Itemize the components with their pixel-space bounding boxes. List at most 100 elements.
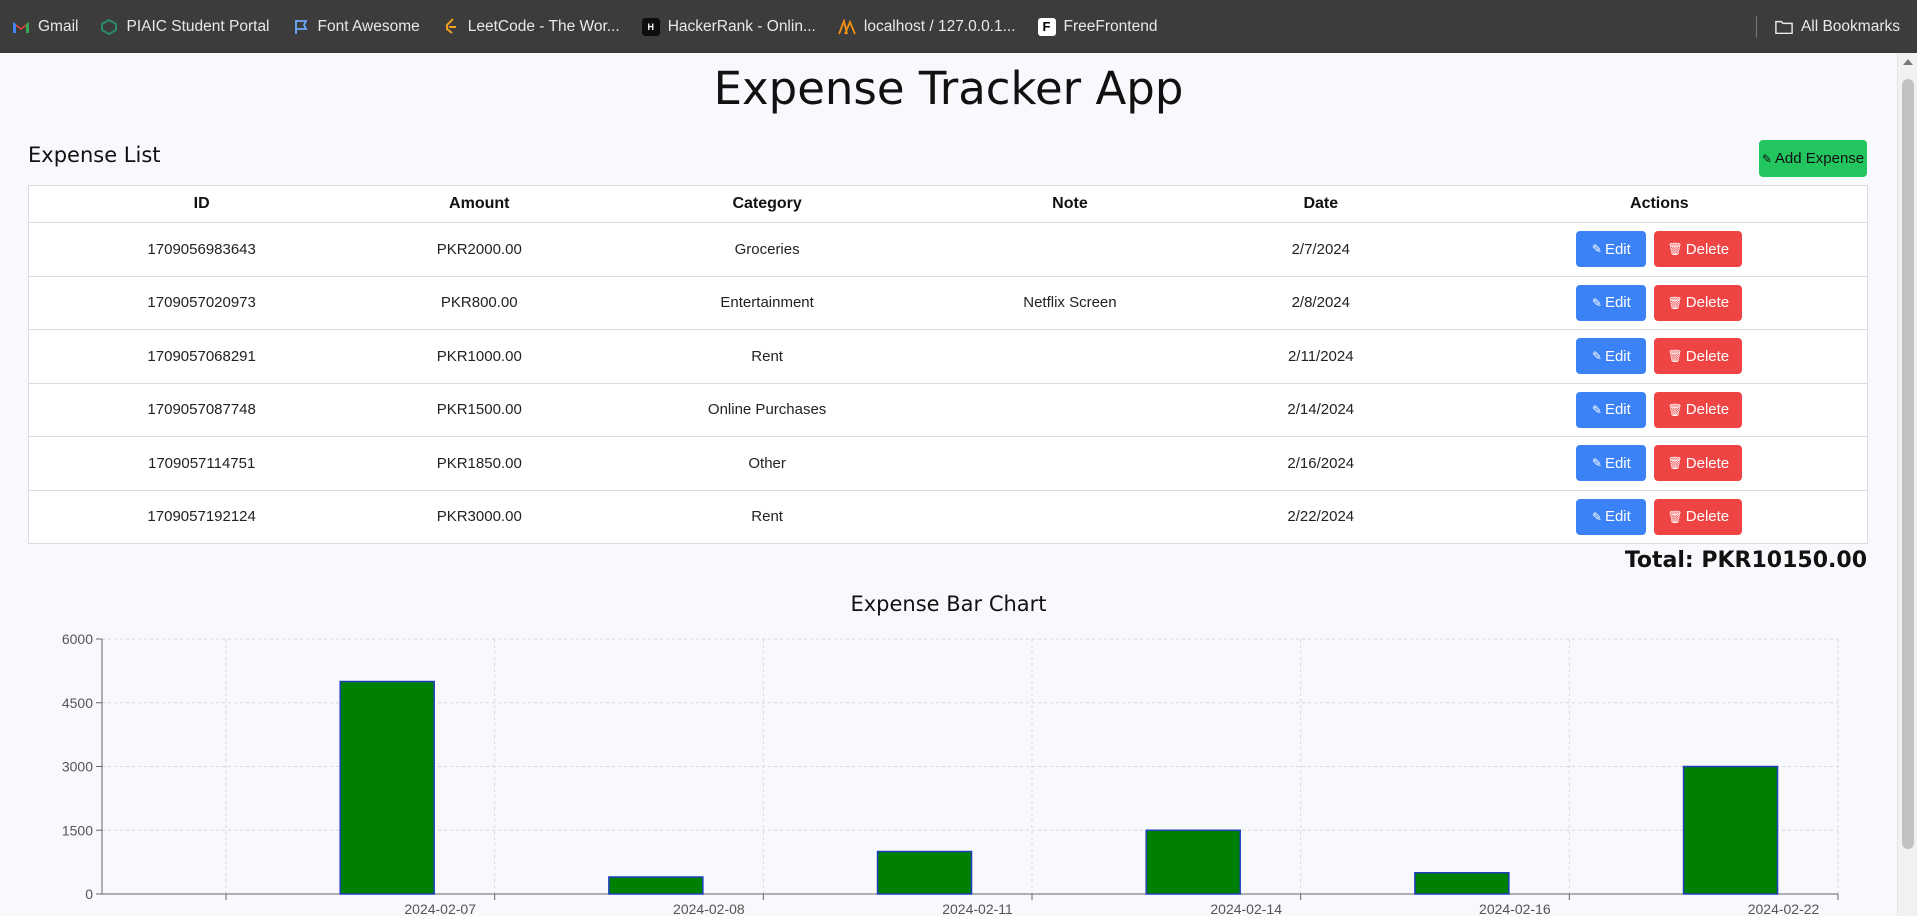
edit-icon: ✎ [1591,349,1602,364]
all-bookmarks-label: All Bookmarks [1800,17,1900,35]
piaic-icon [100,18,118,36]
cell-category: Online Purchases [584,383,951,437]
total-amount: Total: PKR10150.00 [1624,548,1867,573]
y-tick-label: 0 [85,886,93,902]
flag-icon [292,18,310,36]
edit-icon: ✎ [1591,402,1602,417]
page-scrollbar[interactable] [1897,53,1917,916]
cell-amount: PKR3000.00 [436,508,522,526]
app-title: Expense Tracker App [713,62,1184,115]
cell-amount: PKR1850.00 [374,436,585,491]
trash-icon: 🗑 [1667,509,1683,524]
cell-id: 1709057068291 [28,329,375,384]
cell-amount: PKR1500.00 [374,383,585,437]
bookmark-label: HackerRank - Onlin... [667,17,816,35]
delete-label: Delete [1685,454,1730,472]
delete-button[interactable]: 🗑 Delete [1654,445,1743,482]
bookmarks-bar: Gmail PIAIC Student Portal Font Awesome … [0,0,1917,53]
bar [339,680,435,895]
cell-actions: ✎ Edit 🗑 Delete [1451,383,1868,437]
edit-button[interactable]: ✎ Edit [1576,338,1647,375]
add-expense-button[interactable]: ✎ Add Expense [1759,140,1867,177]
col-id: ID [28,185,375,223]
cell-category: Entertainment [584,276,951,330]
delete-button[interactable]: 🗑 Delete [1654,391,1743,428]
table-row: 1709057114751 PKR1850.00 Other 2/16/2024 ✎ Ed… [28,436,1868,491]
edit-button[interactable]: ✎ Edit [1576,445,1647,482]
all-bookmarks[interactable]: All Bookmarks [1755,0,1900,53]
bookmark-leetcode[interactable]: LeetCode - The Wor... [442,18,620,36]
bookmark-localhost[interactable]: localhost / 127.0.0.1... [838,18,1016,36]
cell-date: 2/7/2024 [1189,222,1452,277]
cell-note [950,436,1190,491]
edit-label: Edit [1604,454,1631,472]
cell-category: Other [584,436,951,491]
y-tick-label: 6000 [62,631,93,647]
expense-table: ID Amount Category Note Date Actions 170… [28,185,1868,544]
bookmark-font-awesome[interactable]: Font Awesome [292,18,420,36]
cell-amount: PKR1000.00 [374,329,585,384]
edit-button[interactable]: ✎ Edit [1576,231,1647,268]
x-tick-label: 2024-02-11 [942,901,1013,916]
delete-label: Delete [1685,240,1730,258]
cell-date: 2/8/2024 [1189,276,1452,330]
trash-icon: 🗑 [1667,402,1683,417]
trash-icon: 🗑 [1667,349,1683,364]
col-date: Date [1189,185,1452,223]
cell-actions: ✎ Edit 🗑 Delete [1451,436,1868,491]
edit-button[interactable]: ✎ Edit [1576,498,1647,535]
table-row: 1709057068291 PKR1000.00 Rent 2/11/2024 ✎ Edi… [28,329,1868,384]
bar [1682,765,1779,895]
cell-note [950,490,1190,544]
cell-actions: ✎ Edit 🗑 Delete [1451,329,1868,384]
edit-button[interactable]: ✎ Edit [1576,284,1647,321]
bookmark-piaic[interactable]: PIAIC Student Portal [100,18,270,36]
cell-date: 2/11/2024 [1189,329,1452,384]
delete-button[interactable]: 🗑 Delete [1654,498,1743,535]
delete-button[interactable]: 🗑 Delete [1654,231,1743,268]
col-note: Note [950,185,1190,223]
cell-actions: ✎ Edit 🗑 Delete [1452,490,1868,544]
delete-label: Delete [1685,347,1730,365]
chart-title: Expense Bar Chart [850,592,1047,616]
bookmark-label: Font Awesome [317,17,420,35]
x-tick-label: 2024-02-22 [1748,901,1820,916]
edit-icon: ✎ [1591,509,1602,524]
delete-button[interactable]: 🗑 Delete [1654,338,1743,375]
scroll-thumb[interactable] [1902,79,1914,849]
trash-icon: 🗑 [1667,456,1683,471]
cell-id: 1709056983643 [28,222,375,277]
gmail-icon [12,18,30,36]
cell-note [950,383,1190,437]
edit-button[interactable]: ✎ Edit [1576,391,1647,428]
cell-note [950,222,1190,277]
x-tick-label: 2024-02-14 [1210,901,1282,916]
cell-date: 2/14/2024 [1189,383,1452,437]
bookmark-label: LeetCode - The Wor... [467,17,620,35]
freefrontend-icon: F [1037,17,1056,36]
cell-date: 2/22/2024 [1287,508,1355,526]
cell-id: 1709057192124 [147,508,256,526]
bar [876,850,973,895]
bookmark-hackerrank[interactable]: H HackerRank - Onlin... [641,17,816,36]
table-row: 1709057192124 PKR3000.00 Rent 2/22/2024 ✎ Edi… [29,490,1868,544]
cell-actions: ✎ Edit 🗑 Delete [1451,222,1868,277]
table-row: 1709057087748 PKR1500.00 Online Purchases 2… [28,383,1868,437]
table-row: 1709056983643 PKR2000.00 Groceries 2/7/2024… [28,222,1868,277]
bar [1414,872,1510,895]
scroll-up-icon[interactable] [1903,59,1913,65]
delete-label: Delete [1685,294,1730,312]
delete-button[interactable]: 🗑 Delete [1654,284,1743,321]
edit-icon: ✎ [1591,242,1602,257]
bookmark-gmail[interactable]: Gmail [12,18,78,36]
expense-list-title: Expense List [28,143,161,167]
hackerrank-icon: H [641,17,660,36]
cell-category: Rent [584,329,951,384]
edit-icon: ✎ [1591,295,1602,310]
col-amount: Amount [374,185,585,223]
table-row: 1709057020973 PKR800.00 Entertainment Netfl… [28,276,1868,330]
cell-category: Rent [751,508,783,526]
bookmark-freefrontend[interactable]: F FreeFrontend [1037,17,1157,36]
add-expense-label: Add Expense [1774,150,1865,167]
trash-icon: 🗑 [1667,242,1683,257]
